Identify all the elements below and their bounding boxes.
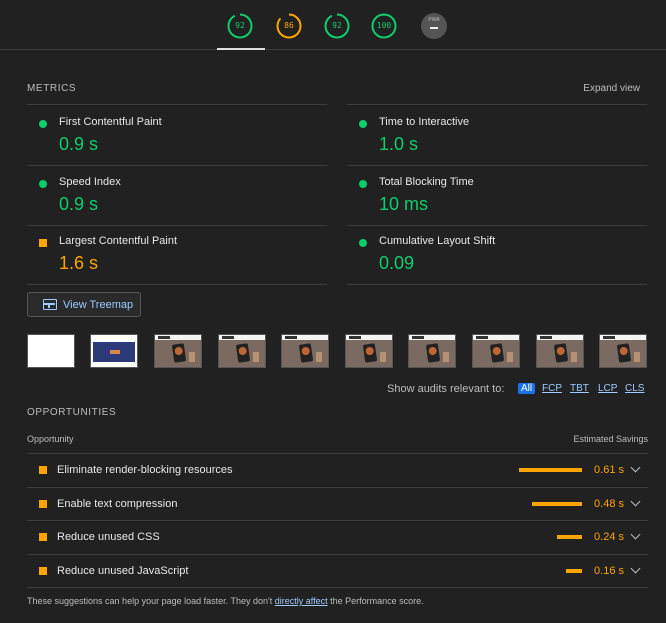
divider: [27, 587, 648, 588]
savings-bar: [532, 502, 582, 506]
savings-value: 0.16 s: [594, 565, 624, 577]
treemap-icon: [43, 299, 57, 310]
average-square-icon: [39, 533, 47, 541]
gauge-performance[interactable]: 92: [227, 13, 253, 39]
chevron-down-icon[interactable]: [630, 496, 641, 507]
average-square-icon: [39, 500, 47, 508]
opportunity-row[interactable]: Enable text compression 0.48 s: [27, 487, 648, 520]
filmstrip-frame: [154, 334, 202, 368]
savings-bar: [566, 569, 582, 573]
chevron-down-icon[interactable]: [630, 563, 641, 574]
pwa-label: PWA: [428, 17, 440, 23]
metric-value: 0.09: [379, 253, 415, 273]
savings-value: 0.48 s: [594, 498, 624, 510]
metric-label: Cumulative Layout Shift: [379, 235, 496, 247]
gauge-accessibility[interactable]: 86: [276, 13, 302, 39]
chevron-down-icon[interactable]: [630, 462, 641, 473]
filter-cls[interactable]: CLS: [625, 383, 644, 394]
filter-fcp[interactable]: FCP: [542, 383, 562, 394]
metric-speed-index: Speed Index 0.9 s: [27, 173, 327, 231]
active-gauge-underline: [217, 48, 265, 50]
opportunity-row[interactable]: Reduce unused CSS 0.24 s: [27, 520, 648, 553]
metric-label: Total Blocking Time: [379, 176, 474, 188]
savings-value: 0.61 s: [594, 464, 624, 476]
metric-value: 10 ms: [379, 194, 429, 214]
opportunities-title: OPPORTUNITIES: [27, 407, 117, 418]
pass-circle-icon: [359, 120, 367, 128]
metric-value: 0.9 s: [59, 194, 99, 214]
metric-value: 0.9 s: [59, 134, 99, 154]
metric-first-contentful-paint: First Contentful Paint 0.9 s: [27, 113, 327, 171]
metric-label: First Contentful Paint: [59, 116, 162, 128]
category-gauges-bar: 92 86 92 100 PWA: [0, 0, 666, 50]
average-square-icon: [39, 239, 47, 247]
pass-circle-icon: [359, 180, 367, 188]
opportunity-row[interactable]: Reduce unused JavaScript 0.16 s: [27, 554, 648, 587]
filmstrip-frame: [90, 334, 138, 368]
gauge-score: 100: [376, 21, 392, 30]
gauge-score: 92: [235, 21, 245, 30]
divider: [347, 104, 647, 105]
metric-value: 1.6 s: [59, 253, 99, 273]
filmstrip-frame: [27, 334, 75, 368]
metric-label: Time to Interactive: [379, 116, 470, 128]
filter-lcp[interactable]: LCP: [598, 383, 617, 394]
filmstrip-frame: [472, 334, 520, 368]
metric-total-blocking-time: Total Blocking Time 10 ms: [347, 173, 647, 231]
savings-column-header: Estimated Savings: [573, 434, 648, 444]
pwa-badge[interactable]: PWA: [421, 13, 447, 39]
metric-cumulative-layout-shift: Cumulative Layout Shift 0.09: [347, 232, 647, 290]
pass-circle-icon: [39, 180, 47, 188]
opportunity-label: Enable text compression: [57, 498, 178, 510]
filmstrip-frame: [345, 334, 393, 368]
filmstrip-frame: [536, 334, 584, 368]
metric-label: Speed Index: [59, 176, 121, 188]
gauge-score: 92: [332, 21, 342, 30]
chevron-down-icon[interactable]: [630, 529, 641, 540]
opportunity-label: Reduce unused JavaScript: [57, 565, 189, 577]
opportunity-label: Reduce unused CSS: [57, 531, 160, 543]
savings-bar: [557, 535, 582, 539]
view-treemap-button[interactable]: View Treemap: [27, 292, 141, 317]
directly-affect-link[interactable]: directly affect: [275, 596, 328, 606]
pass-circle-icon: [39, 120, 47, 128]
audit-filter-label: Show audits relevant to:: [387, 383, 505, 395]
metrics-title: METRICS: [27, 83, 77, 94]
opportunity-label: Eliminate render-blocking resources: [57, 464, 233, 476]
metric-value: 1.0 s: [379, 134, 419, 154]
view-treemap-label: View Treemap: [63, 299, 134, 311]
metric-label: Largest Contentful Paint: [59, 235, 178, 247]
savings-bar: [519, 468, 582, 472]
footer-text: the Performance score.: [327, 596, 424, 606]
gauge-seo[interactable]: 100: [371, 13, 397, 39]
divider: [27, 104, 327, 105]
average-square-icon: [39, 567, 47, 575]
savings-value: 0.24 s: [594, 531, 624, 543]
opportunity-row[interactable]: Eliminate render-blocking resources 0.61…: [27, 453, 648, 486]
filter-all[interactable]: All: [518, 383, 536, 394]
opportunity-column-header: Opportunity: [27, 434, 74, 444]
gauge-score: 86: [284, 21, 294, 30]
filmstrip-frame: [281, 334, 329, 368]
metric-time-to-interactive: Time to Interactive 1.0 s: [347, 113, 647, 171]
expand-view-toggle[interactable]: Expand view: [583, 83, 640, 94]
filmstrip-frame: [218, 334, 266, 368]
footer-text: These suggestions can help your page loa…: [27, 596, 275, 606]
footer-note: These suggestions can help your page loa…: [27, 596, 424, 606]
filmstrip-frame: [599, 334, 647, 368]
gauge-best-practices[interactable]: 92: [324, 13, 350, 39]
pwa-dash-icon: [430, 27, 438, 29]
pass-circle-icon: [359, 239, 367, 247]
filter-tbt[interactable]: TBT: [570, 383, 589, 394]
average-square-icon: [39, 466, 47, 474]
filmstrip-frame: [408, 334, 456, 368]
metric-largest-contentful-paint: Largest Contentful Paint 1.6 s: [27, 232, 327, 290]
